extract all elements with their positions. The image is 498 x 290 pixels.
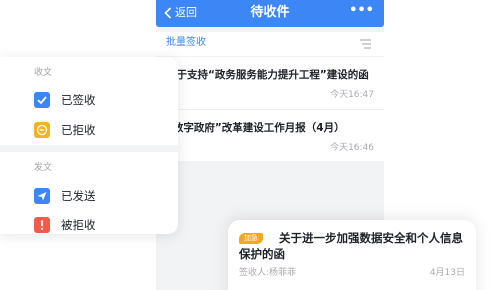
- featured-document-meta: 签收人:杨菲菲 4月13日: [239, 267, 465, 279]
- batch-bar: 批量签收: [156, 32, 384, 56]
- document-meta: 无 今天16:46: [166, 142, 374, 154]
- section-divider: [0, 145, 178, 152]
- list-item[interactable]: 关于支持“政务服务能力提升工程”建设的函 无 今天16:47: [156, 57, 384, 109]
- menu-item-label: 已签收: [61, 93, 96, 107]
- menu-item-rejected[interactable]: 已拒收: [34, 120, 96, 140]
- document-title: 关于支持“政务服务能力提升工程”建设的函: [166, 69, 369, 81]
- recipient-label: 签收人:杨菲菲: [239, 268, 297, 278]
- menu-item-signed[interactable]: 已签收: [34, 90, 96, 110]
- menu-item-returned[interactable]: 被拒收: [34, 215, 96, 234]
- minus-icon: [34, 122, 50, 138]
- menu-item-sent[interactable]: 已发送: [34, 186, 96, 206]
- featured-document-date: 4月13日: [429, 268, 465, 278]
- sent-section-label: 发文: [34, 163, 53, 173]
- document-time: 今天16:47: [330, 90, 374, 100]
- list-item[interactable]: “数字政府”改革建设工作月报（4月） 无 今天16:46: [156, 109, 384, 161]
- menu-item-label: 已拒收: [61, 123, 96, 137]
- featured-document-title: 关于进一步加强数据安全和个人信息保护的函: [239, 231, 463, 261]
- document-time: 今天16:46: [330, 143, 374, 153]
- batch-sign-button[interactable]: 批量签收: [166, 36, 206, 49]
- document-meta: 无 今天16:47: [166, 89, 374, 101]
- send-icon: [34, 188, 50, 204]
- featured-document-card[interactable]: 加急 关于进一步加强数据安全和个人信息保护的函 签收人:杨菲菲 4月13日: [228, 220, 476, 290]
- document-title: “数字政府”改革建设工作月报（4月）: [166, 122, 345, 134]
- alert-icon: [34, 217, 50, 233]
- title-bar: 返回 待收件 •••: [156, 0, 384, 27]
- check-icon: [34, 92, 50, 108]
- menu-item-label: 已发送: [61, 189, 96, 203]
- menu-item-label: 被拒收: [61, 218, 96, 232]
- status-menu-card: 收文 已签收 已拒收 发文 已发送 被拒收: [0, 57, 178, 234]
- filter-icon[interactable]: [360, 39, 371, 49]
- received-section-label: 收文: [34, 68, 53, 78]
- document-list: 关于支持“政务服务能力提升工程”建设的函 无 今天16:47 “数字政府”改革建…: [156, 57, 384, 161]
- more-icon[interactable]: •••: [349, 4, 374, 18]
